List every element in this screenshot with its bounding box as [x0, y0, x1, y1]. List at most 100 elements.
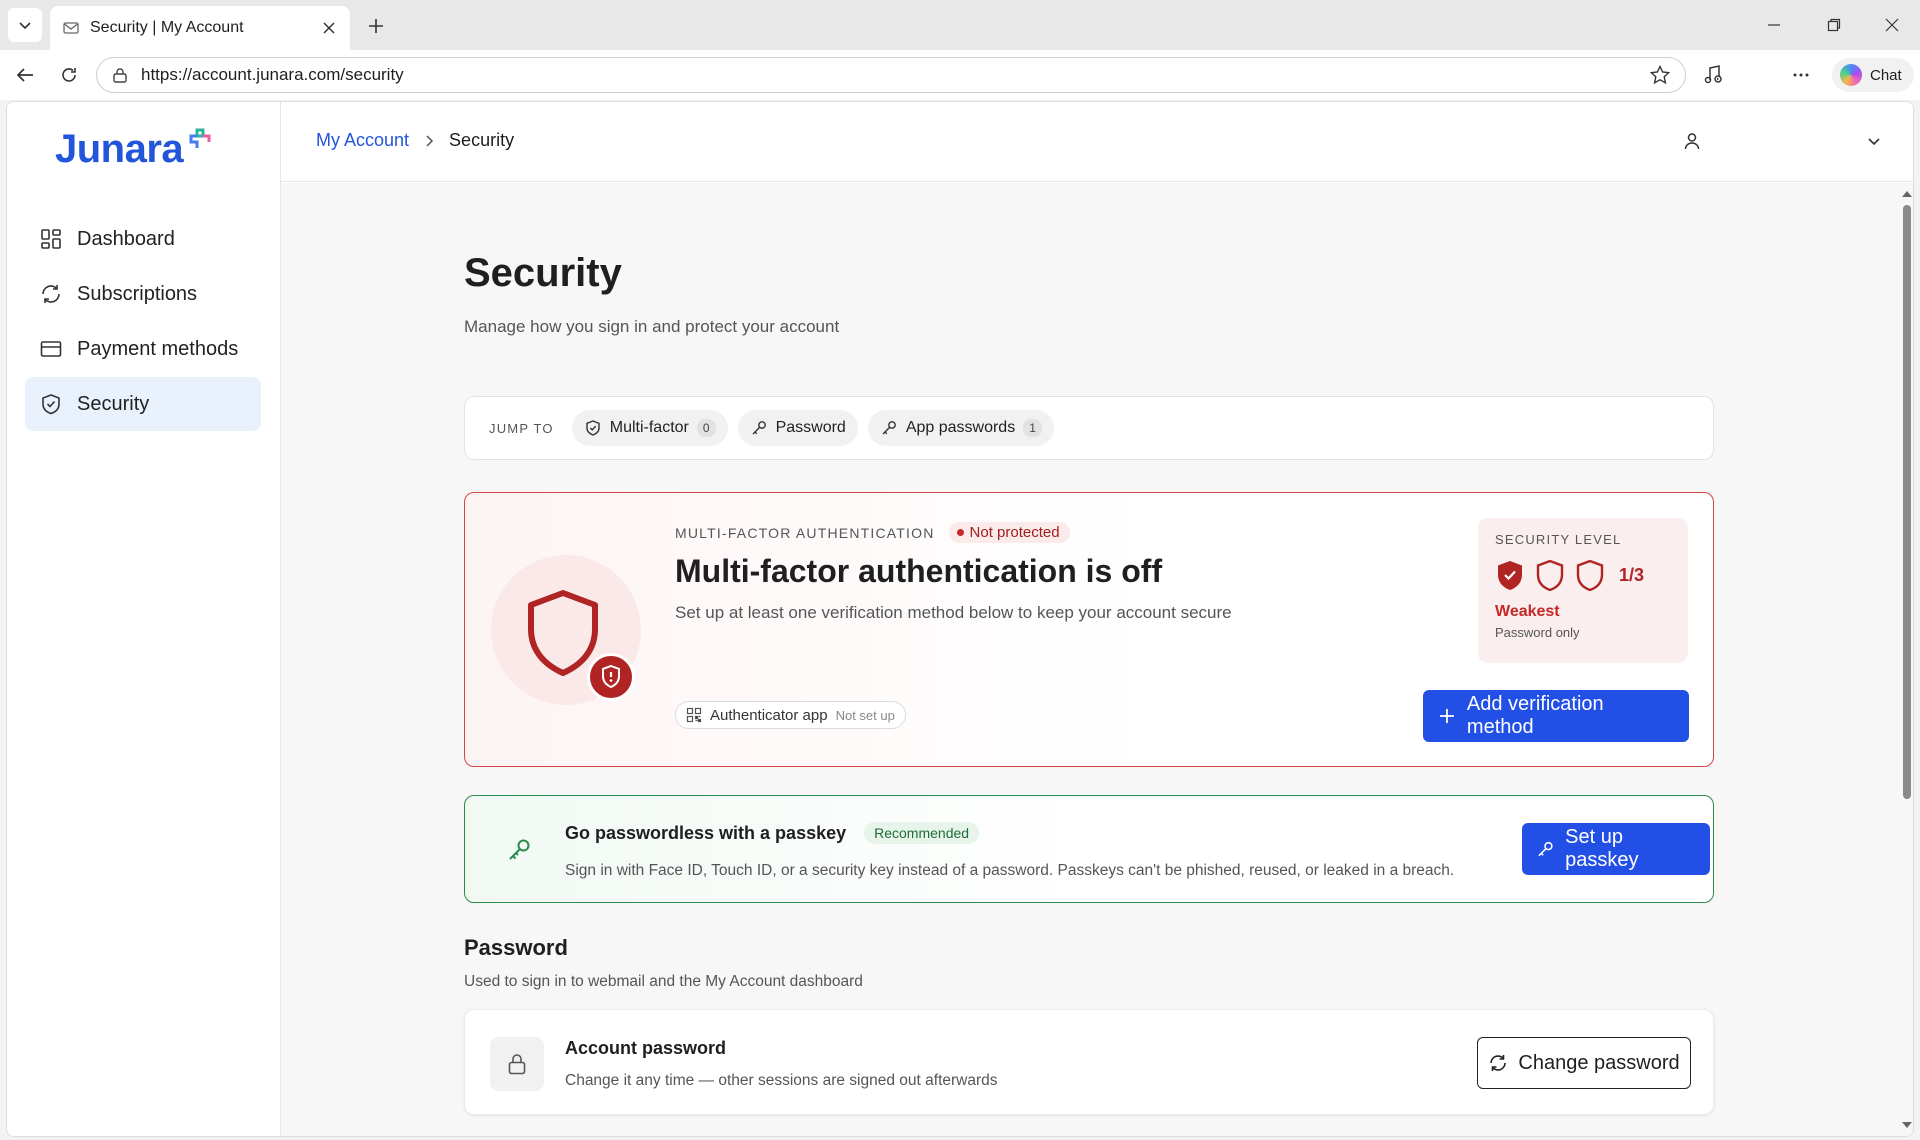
browser-tabstrip: Security | My Account	[0, 0, 1920, 50]
passkey-card: Go passwordless with a passkey Recommend…	[464, 795, 1714, 903]
star-icon[interactable]	[1649, 64, 1671, 86]
change-password-label: Change password	[1518, 1051, 1680, 1074]
set-up-passkey-button[interactable]: Set up passkey	[1522, 823, 1710, 875]
key-icon	[1538, 841, 1553, 857]
mfa-description: Set up at least one verification method …	[675, 603, 1232, 622]
jump-chip-label: Password	[775, 419, 846, 436]
chat-button[interactable]: Chat	[1832, 58, 1914, 92]
arrow-left-icon	[16, 68, 33, 82]
jump-to-label: JUMP TO	[489, 420, 554, 436]
key-icon	[752, 421, 766, 435]
plus-icon	[369, 19, 383, 33]
user-icon[interactable]	[1681, 130, 1703, 152]
close-icon[interactable]	[320, 19, 338, 37]
shield-check-icon	[42, 394, 60, 415]
shield-outline-icon	[1536, 559, 1564, 591]
status-dot	[956, 529, 964, 536]
key-icon	[509, 839, 530, 860]
mfa-card: MULTI-FACTOR AUTHENTICATION Not protecte…	[464, 492, 1714, 767]
breadcrumb: My Account Security	[316, 130, 514, 151]
jump-chip-multi-factor[interactable]: Multi-factor 0	[571, 410, 728, 446]
tab-title: Security | My Account	[90, 19, 244, 36]
authenticator-app-status: Not set up	[835, 707, 895, 723]
copilot-logo-icon	[1840, 64, 1862, 86]
more-menu-button[interactable]	[1784, 58, 1818, 92]
jump-chip-app-passwords[interactable]: App passwords 1	[867, 410, 1054, 446]
passkey-title: Go passwordless with a passkey	[565, 822, 847, 843]
security-strength: Weakest	[1495, 603, 1560, 620]
password-section-description: Used to sign in to webmail and the My Ac…	[464, 973, 863, 990]
tab-list-button[interactable]	[8, 8, 42, 42]
brand-logo[interactable]: Junara	[55, 124, 215, 174]
back-button[interactable]	[8, 58, 42, 92]
page-subtitle: Manage how you sign in and protect your …	[464, 317, 840, 336]
music-note-icon	[1704, 65, 1722, 84]
sidebar-item-subscriptions[interactable]: Subscriptions	[25, 267, 261, 321]
password-section-title: Password	[464, 935, 568, 960]
reload-button[interactable]	[52, 58, 86, 92]
status-badge: Not protected	[948, 522, 1070, 543]
add-verification-method-button[interactable]: Add verification method	[1423, 690, 1689, 742]
site-info-icon[interactable]	[111, 66, 129, 84]
main-content: Security Manage how you sign in and prot…	[281, 183, 1913, 1136]
breadcrumb-my-account-link[interactable]: My Account	[316, 130, 409, 151]
mail-icon	[63, 22, 79, 34]
sidebar-item-security[interactable]: Security	[25, 377, 261, 431]
mfa-title: Multi-factor authentication is off	[675, 553, 1163, 589]
scroll-down-icon[interactable]	[1901, 1120, 1913, 1130]
restore-icon	[1827, 18, 1841, 32]
page-scrollbar[interactable]	[1899, 183, 1913, 1136]
jump-chip-password[interactable]: Password	[737, 410, 858, 446]
top-bar: My Account Security	[281, 102, 1913, 182]
recommended-badge: Recommended	[864, 822, 980, 844]
mfa-eyebrow: MULTI-FACTOR AUTHENTICATION Not protecte…	[675, 522, 1070, 543]
sidebar: Junara Dashboard Subscriptions Payment m…	[7, 102, 281, 1136]
lock-icon	[508, 1054, 526, 1075]
web-page: Junara Dashboard Subscriptions Payment m…	[6, 101, 1914, 1137]
refresh-icon	[1490, 1055, 1507, 1071]
add-verification-method-label: Add verification method	[1466, 693, 1604, 738]
key-icon	[882, 421, 896, 435]
jump-chip-count: 0	[696, 419, 716, 437]
chevron-down-icon	[19, 22, 31, 30]
plus-icon	[1439, 709, 1454, 723]
close-window-button[interactable]	[1864, 0, 1920, 50]
passkey-description: Sign in with Face ID, Touch ID, or a sec…	[565, 862, 1455, 879]
change-password-button[interactable]: Change password	[1477, 1037, 1691, 1089]
shield-outline-icon	[1576, 559, 1604, 591]
breadcrumb-current: Security	[449, 130, 515, 150]
browser-tab[interactable]: Security | My Account	[50, 6, 350, 50]
minimize-button[interactable]	[1746, 0, 1802, 50]
more-horizontal-icon	[1793, 73, 1809, 77]
close-icon	[1885, 18, 1899, 32]
sidebar-item-label: Dashboard	[77, 227, 175, 250]
passkey-title-row: Go passwordless with a passkey Recommend…	[565, 822, 980, 844]
security-level-meter: 1/3	[1495, 559, 1671, 591]
brand-mark-icon	[189, 128, 211, 148]
scroll-up-icon[interactable]	[1901, 189, 1913, 199]
jump-chip-count: 1	[1023, 419, 1042, 437]
qr-code-icon	[686, 707, 702, 723]
security-level-label: SECURITY LEVEL	[1495, 532, 1622, 547]
lock-icon-box	[490, 1037, 544, 1091]
sidebar-item-payment-methods[interactable]: Payment methods	[25, 322, 261, 376]
authenticator-app-label: Authenticator app	[710, 706, 828, 724]
dashboard-icon	[41, 229, 61, 249]
scrollbar-thumb[interactable]	[1903, 205, 1911, 799]
jump-to-bar: JUMP TO Multi-factor 0 Password App pass…	[464, 396, 1714, 460]
account-password-title: Account password	[565, 1038, 727, 1058]
chevron-down-icon[interactable]	[1863, 130, 1885, 152]
security-level-panel: SECURITY LEVEL 1/3 Weakest Password only	[1478, 518, 1688, 663]
set-up-passkey-label: Set up passkey	[1565, 826, 1639, 871]
address-bar[interactable]: https://account.junara.com/security	[96, 57, 1686, 93]
sidebar-item-dashboard[interactable]: Dashboard	[25, 212, 261, 266]
media-control-button[interactable]	[1696, 58, 1730, 92]
restore-button[interactable]	[1806, 0, 1862, 50]
shield-filled-icon	[1498, 561, 1522, 590]
account-password-card: Account password Change it any time — ot…	[464, 1009, 1714, 1115]
chevron-right-icon	[426, 134, 434, 147]
url-text[interactable]: https://account.junara.com/security	[141, 65, 1649, 85]
sidebar-nav: Dashboard Subscriptions Payment methods …	[25, 212, 261, 432]
account-password-description: Change it any time — other sessions are …	[565, 1072, 998, 1089]
new-tab-button[interactable]	[360, 10, 392, 42]
